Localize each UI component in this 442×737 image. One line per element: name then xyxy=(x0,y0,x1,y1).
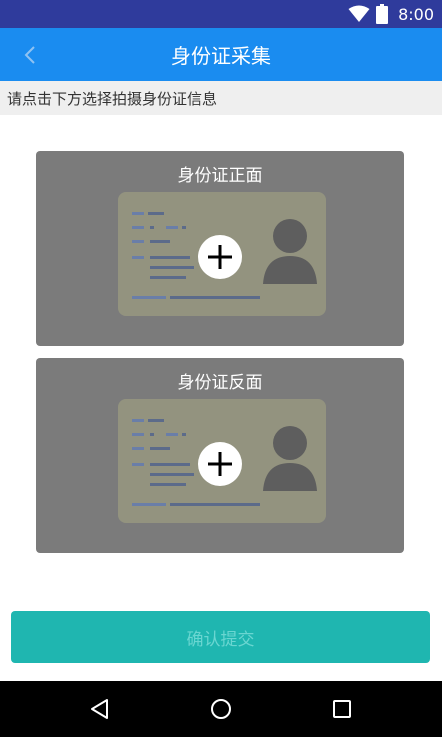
battery-icon xyxy=(376,4,389,24)
status-bar: 8:00 xyxy=(0,0,442,28)
nav-home-icon xyxy=(210,699,231,719)
add-icon xyxy=(208,245,232,269)
back-arrow-icon xyxy=(24,45,35,64)
back-button[interactable] xyxy=(14,28,46,81)
add-icon xyxy=(208,452,232,476)
status-time: 8:00 xyxy=(398,4,434,24)
add-front-button[interactable] xyxy=(198,235,242,279)
nav-back-icon xyxy=(91,699,109,719)
nav-recents-button[interactable] xyxy=(318,685,366,733)
nav-home-button[interactable] xyxy=(197,685,245,733)
id-front-title: 身份证正面 xyxy=(177,166,263,186)
hint-text: 请点击下方选择拍摄身份证信息 xyxy=(0,81,442,115)
nav-recents-icon xyxy=(332,700,351,718)
wifi-icon xyxy=(348,5,370,22)
id-front-card[interactable]: 身份证正面 xyxy=(36,151,404,346)
nav-back-button[interactable] xyxy=(76,685,124,733)
submit-button[interactable]: 确认提交 xyxy=(11,611,430,663)
page-title: 身份证采集 xyxy=(171,44,271,68)
app-bar: 身份证采集 xyxy=(0,28,442,81)
system-nav-bar xyxy=(0,681,442,737)
id-back-card[interactable]: 身份证反面 xyxy=(36,358,404,553)
id-back-title: 身份证反面 xyxy=(177,373,263,393)
add-back-button[interactable] xyxy=(198,442,242,486)
